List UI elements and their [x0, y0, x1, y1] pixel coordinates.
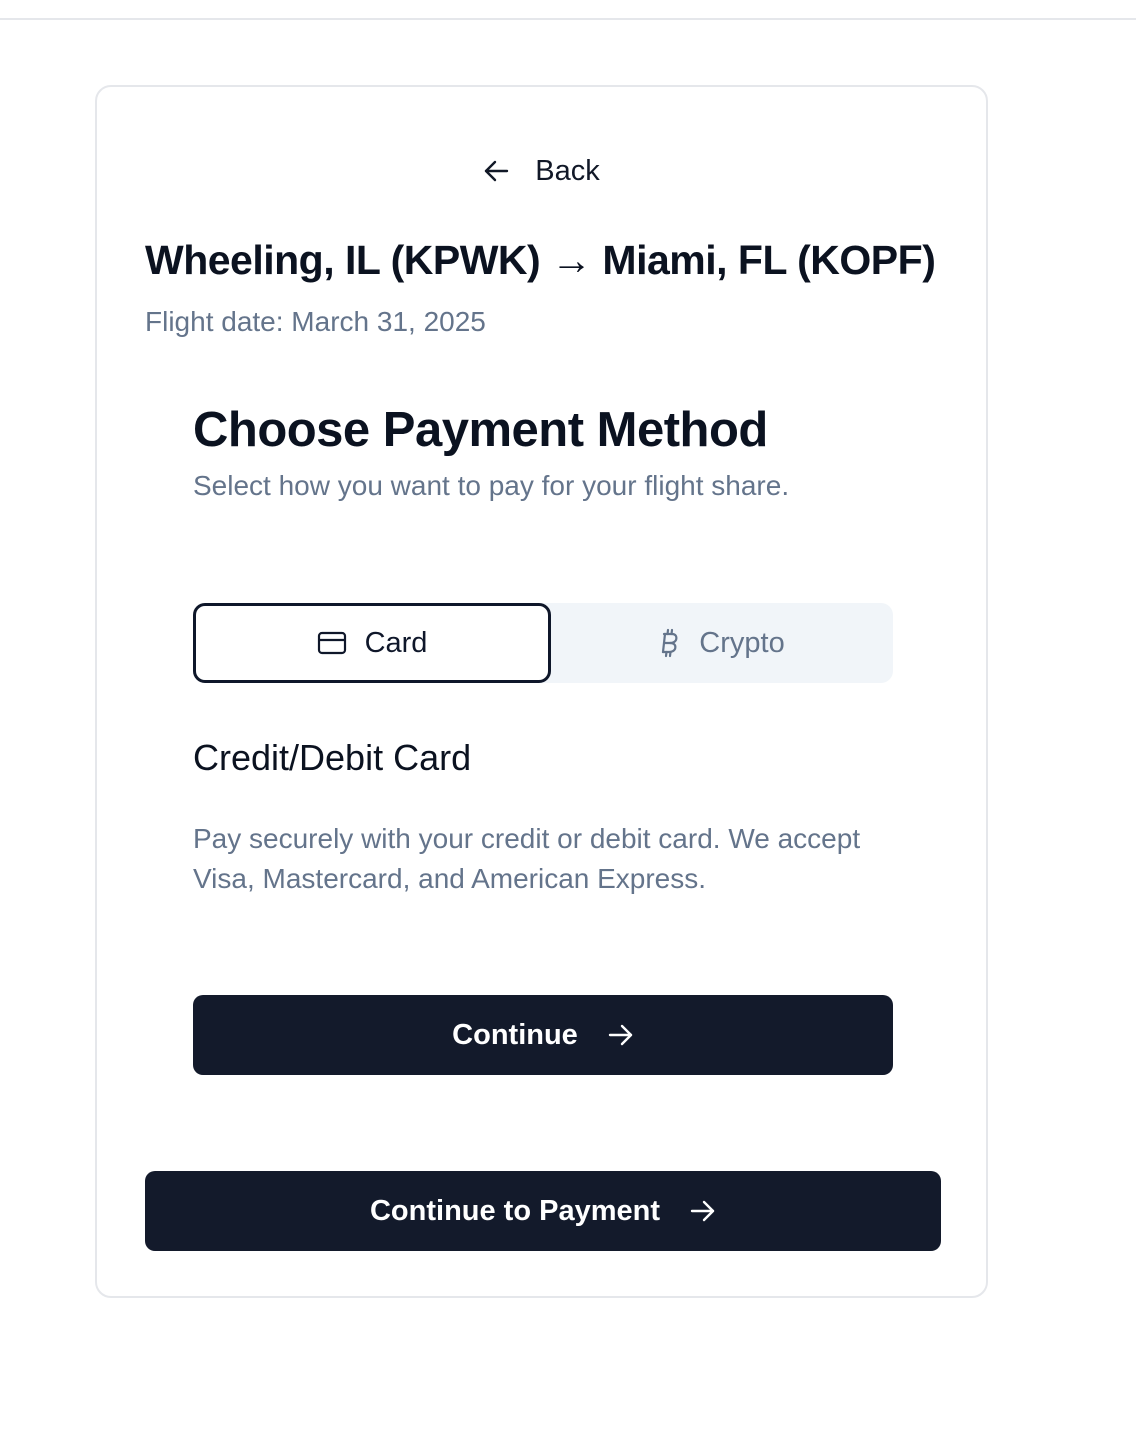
tab-crypto-label: Crypto	[699, 626, 785, 659]
continue-to-payment-label: Continue to Payment	[369, 1194, 660, 1227]
tab-crypto[interactable]: Crypto	[551, 603, 893, 683]
back-button[interactable]: Back	[97, 151, 986, 191]
arrow-right-icon	[690, 1199, 716, 1223]
continue-to-payment-button[interactable]: Continue to Payment	[145, 1171, 941, 1251]
arrow-left-icon	[483, 159, 509, 183]
continue-label: Continue	[452, 1018, 578, 1051]
tab-card-label: Card	[364, 626, 428, 659]
back-label: Back	[535, 154, 600, 187]
selected-method-title: Credit/Debit Card	[193, 737, 472, 778]
flight-route-title: Wheeling, IL (KPWK) → Miami, FL (KOPF)	[145, 237, 936, 283]
selected-method-description: Pay securely with your credit or debit c…	[193, 823, 861, 894]
credit-card-icon	[317, 631, 347, 655]
flight-date: Flight date: March 31, 2025	[145, 306, 486, 337]
top-bar	[0, 0, 1136, 20]
booking-card: Back Wheeling, IL (KPWK) → Miami, FL (KO…	[95, 85, 988, 1298]
payment-method-subtitle: Select how you want to pay for your flig…	[193, 470, 790, 501]
payment-method-title: Choose Payment Method	[193, 403, 768, 457]
continue-button[interactable]: Continue	[193, 995, 893, 1075]
bitcoin-icon	[659, 628, 681, 658]
tab-card[interactable]: Card	[193, 603, 551, 683]
arrow-right-icon	[608, 1023, 634, 1047]
payment-method-tabs: Card Crypto	[193, 603, 893, 683]
